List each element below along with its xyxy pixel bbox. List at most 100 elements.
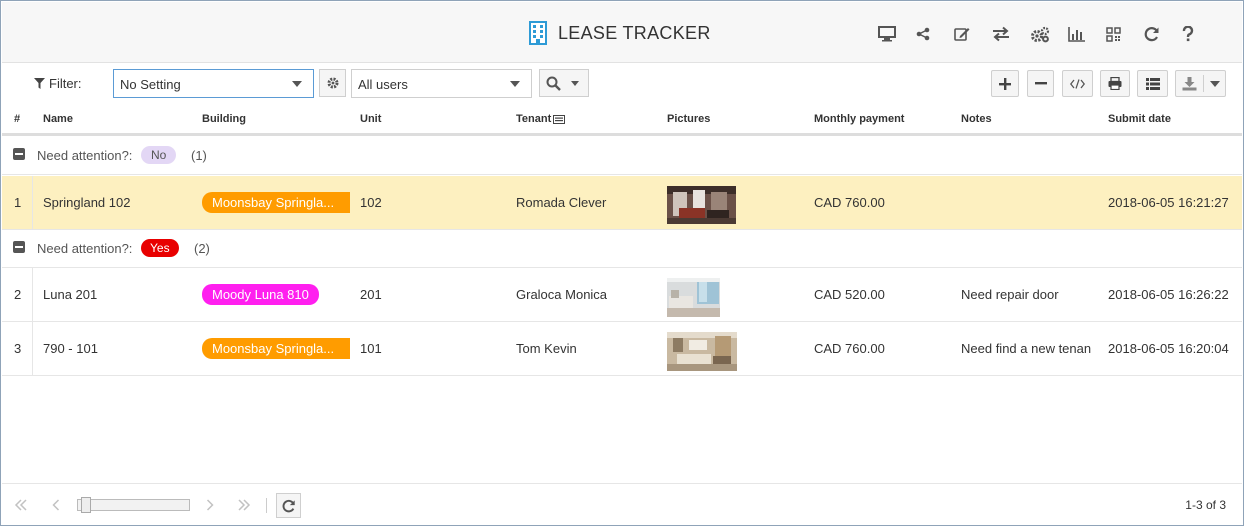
exchange-icon[interactable] [992,23,1030,45]
filter-label-text: Filter: [49,76,82,91]
column-header-notes[interactable]: Notes [961,113,992,125]
group-header-yes[interactable]: Need attention?: Yes (2) [2,230,1242,268]
users-select[interactable]: All users [351,69,532,98]
column-header-pictures[interactable]: Pictures [667,113,710,125]
row-index-cell: 1 [2,176,33,229]
split-divider [1203,75,1204,92]
cell-tenant: Romada Clever [516,195,607,210]
app-window: LEASE TRACKER Filter: No Setting All use… [0,0,1244,526]
code-button[interactable] [1062,70,1093,97]
page-slider[interactable] [77,497,190,513]
collapse-icon[interactable] [13,148,25,160]
group-label: Need attention?: [37,148,133,163]
help-icon[interactable] [1182,23,1220,45]
status-badge-no: No [141,146,177,164]
prev-page-button[interactable] [45,494,67,516]
column-header-unit[interactable]: Unit [360,113,381,125]
print-button[interactable] [1100,70,1130,97]
cell-unit: 101 [360,341,382,356]
chevron-down-icon [571,81,579,86]
row-index: 2 [14,287,22,302]
property-photo[interactable] [667,332,737,371]
export-button[interactable] [1175,70,1226,97]
page-info: 1-3 of 3 [1185,498,1226,512]
filter-select[interactable]: No Setting [113,69,314,98]
chevron-down-icon [292,81,302,87]
row-index: 3 [14,341,22,356]
cell-tenant: Graloca Monica [516,287,608,302]
minus-icon [1034,82,1047,85]
table-row[interactable]: 1 Springland 102 Moonsbay Springla... 10… [2,176,1242,230]
filter-toolbar: Filter: No Setting All users [2,63,1242,103]
chevron-down-icon [510,81,520,87]
column-header-monthly-payment[interactable]: Monthly payment [814,113,904,125]
cell-unit: 102 [360,195,382,210]
columns-button[interactable] [1137,70,1168,97]
chevron-left-icon [52,499,60,511]
search-icon [546,76,561,91]
table-row[interactable]: 2 Luna 201 Moody Luna 810 201 Graloca Mo… [2,268,1242,322]
cell-monthly-payment: CAD 760.00 [814,341,885,356]
cell-name: 790 - 101 [43,341,98,356]
code-icon [1070,78,1085,89]
refresh-icon[interactable] [1144,23,1182,45]
row-index: 1 [14,195,22,210]
row-index-cell: 3 [2,322,33,375]
column-header-submit-date[interactable]: Submit date [1108,113,1171,125]
chevron-right-icon [206,499,214,511]
search-button[interactable] [539,69,589,97]
qr-code-icon[interactable] [1106,23,1144,45]
funnel-icon [34,78,45,89]
filter-select-value: No Setting [120,77,181,92]
table-row[interactable]: 3 790 - 101 Moonsbay Springla... 101 Tom… [2,322,1242,376]
filter-settings-button[interactable] [319,69,346,97]
last-page-button[interactable] [233,494,255,516]
app-title-text: LEASE TRACKER [558,22,711,43]
building-tag: Moonsbay Springla... [202,192,350,213]
edit-icon[interactable] [954,23,992,45]
column-header-tenant[interactable]: Tenant [516,113,566,125]
double-chevron-right-icon [238,499,251,511]
next-page-button[interactable] [199,494,221,516]
slider-handle[interactable] [81,497,91,513]
cell-name: Springland 102 [43,195,131,210]
print-icon [1108,77,1122,90]
column-header-building[interactable]: Building [202,113,246,125]
cell-unit: 201 [360,287,382,302]
column-header-index: # [14,113,21,125]
monitor-icon[interactable] [878,23,916,45]
plus-icon [999,77,1011,90]
gears-icon[interactable] [1030,23,1068,45]
group-header-no[interactable]: Need attention?: No (1) [2,137,1242,175]
cell-monthly-payment: CAD 520.00 [814,287,885,302]
gear-icon [327,77,338,89]
collapse-icon[interactable] [13,241,25,253]
table-header: # Name Building Unit Tenant Pictures Mon… [2,103,1242,136]
download-icon [1182,76,1197,90]
chevron-down-icon [1210,81,1220,87]
property-photo[interactable] [667,186,736,224]
group-count: (2) [194,241,210,256]
first-page-button[interactable] [10,494,32,516]
column-header-name[interactable]: Name [43,113,73,125]
cell-notes: Need repair door [961,287,1059,302]
filter-label: Filter: [34,76,82,91]
users-select-value: All users [358,77,408,92]
cell-submit-date: 2018-06-05 16:26:22 [1108,287,1229,302]
bar-chart-icon[interactable] [1068,23,1106,45]
cell-submit-date: 2018-06-05 16:21:27 [1108,195,1229,210]
refresh-icon [282,499,295,512]
row-index-cell: 2 [2,268,33,321]
remove-button[interactable] [1027,70,1054,97]
cell-notes: Need find a new tenan [961,341,1092,356]
group-label: Need attention?: [37,241,133,256]
property-photo[interactable] [667,278,720,317]
cell-name: Luna 201 [43,287,98,302]
reload-button[interactable] [276,493,301,518]
group-count: (1) [191,148,207,163]
cell-monthly-payment: CAD 760.00 [814,195,885,210]
add-button[interactable] [991,70,1019,97]
building-tag: Moody Luna 810 [202,284,319,305]
share-icon[interactable] [916,23,954,45]
list-icon [1145,77,1160,90]
